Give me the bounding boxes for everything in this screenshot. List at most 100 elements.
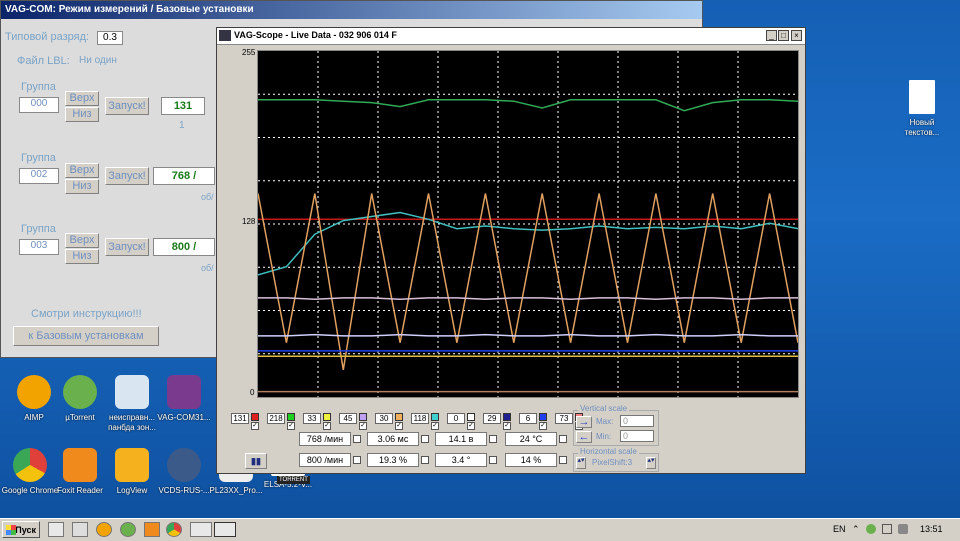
language-indicator[interactable]: EN [833,524,846,534]
minimize-icon[interactable]: _ [766,30,777,41]
desktop-icon-file[interactable]: неисправн... панбда зон... [102,375,162,433]
text-file-icon [909,80,935,114]
channel-color-swatch[interactable] [359,413,367,421]
volume-icon[interactable] [898,524,908,534]
channel-checkbox[interactable]: ✓ [539,422,547,430]
basic-settings-button[interactable]: к Базовым установкам [13,326,159,346]
explorer-icon[interactable] [48,522,64,537]
vagscope-titlebar[interactable]: VAG-Scope - Live Data - 032 906 014 F _ … [217,28,805,45]
group-start-button[interactable]: Запуск! [105,97,149,115]
channel-color-swatch[interactable] [395,413,403,421]
lbl-label: Файл LBL: [17,55,70,67]
desktop-icon-new-text[interactable]: Новый текстов... [892,80,952,138]
horizontal-scale-group: Horizontal scale ▴▾ PixelShift:3 ▴▾ [573,447,659,472]
pixelshift-spinner-icon[interactable]: ▴▾ [576,457,586,469]
readout-checkbox[interactable] [353,435,361,443]
lbl-value: Ни один [79,55,117,66]
channel-checkbox[interactable]: ✓ [359,422,367,430]
group-down-button[interactable]: Низ [65,249,99,264]
channel-color-swatch[interactable] [287,413,295,421]
tip-value[interactable]: 0.3 [97,31,123,45]
channel-value-box: 30 [375,413,393,424]
readout-checkbox[interactable] [421,435,429,443]
channel-color-swatch[interactable] [503,413,511,421]
aimp-taskbar-icon[interactable] [96,522,112,537]
measurement-readout: 19.3 % [367,453,419,467]
channel-checkbox[interactable]: ✓ [467,422,475,430]
channel-checkbox[interactable]: ✓ [431,422,439,430]
vagscope-taskbar-icon[interactable] [214,522,236,537]
group-start-button[interactable]: Запуск! [105,238,149,256]
arrow-left-icon[interactable]: ← [576,431,592,443]
vagcom-taskbar-icon[interactable] [190,522,212,537]
channel-value-box: 45 [339,413,357,424]
pause-button[interactable]: ▮▮ [245,453,267,469]
channel-value-box: 29 [483,413,501,424]
foxit-taskbar-icon[interactable] [144,522,160,537]
readout-checkbox[interactable] [421,456,429,464]
pause-icon: ▮▮ [251,456,261,466]
readout-checkbox[interactable] [559,435,567,443]
channel-color-swatch[interactable] [323,413,331,421]
network-icon[interactable] [882,524,892,534]
min-input[interactable]: 0 [620,430,654,442]
scope-chart [257,51,799,397]
group-label: Группа [21,223,56,235]
group-down-button[interactable]: Низ [65,107,99,122]
group-label: Группа [21,152,56,164]
desktop-icon-logview[interactable]: LogView [102,448,162,496]
readout-checkbox[interactable] [489,456,497,464]
readout-checkbox[interactable] [353,456,361,464]
channel-value-box: 218 [267,413,285,424]
vcds-icon [167,448,201,482]
arrow-right-icon[interactable]: → [576,416,592,428]
series-line-4 [258,297,798,301]
channel-checkbox[interactable]: ✓ [395,422,403,430]
show-hidden-icons-icon[interactable]: ⌃ [852,524,860,535]
close-icon[interactable]: × [791,30,802,41]
channel-checkbox[interactable]: ✓ [251,422,259,430]
group-down-button[interactable]: Низ [65,179,99,194]
channel-checkbox[interactable]: ✓ [287,422,295,430]
channel-checkbox[interactable]: ✓ [503,422,511,430]
taskbar: Пуск EN ⌃ 13:51 [0,518,960,541]
desktop-icon-foxit[interactable]: Foxit Reader [50,448,110,496]
readout-checkbox[interactable] [489,435,497,443]
channel-color-swatch[interactable] [467,413,475,421]
measurement-readout: 3.06 мс [367,432,419,446]
torrent-badge: TORRENT [277,476,310,484]
min-label: Min: [596,432,612,441]
group-up-button[interactable]: Верх [65,91,99,106]
channel-value-box: 131 [231,413,249,424]
aimp-icon [17,375,51,409]
channel-checkbox[interactable]: ✓ [323,422,331,430]
desktop-icon-utorrent[interactable]: µTorrent [50,375,110,423]
group-number[interactable]: 000 [19,97,59,113]
measurement-readout: 14.1 в [435,432,487,446]
tray-utorrent-icon[interactable] [866,524,876,534]
readout-checkbox[interactable] [559,456,567,464]
folder-icon[interactable] [72,522,88,537]
channel-color-swatch[interactable] [431,413,439,421]
maximize-icon[interactable]: □ [778,30,789,41]
group-up-button[interactable]: Верх [65,163,99,178]
clock[interactable]: 13:51 [920,524,943,534]
channel-value-box: 73 [555,413,573,424]
max-input[interactable]: 0 [620,415,654,427]
group-number[interactable]: 002 [19,168,59,184]
desktop-icon-vcds[interactable]: VCDS-RUS-... [154,448,214,496]
utorrent-taskbar-icon[interactable] [120,522,136,537]
channel-value-box: 6 [519,413,537,424]
group-start-button[interactable]: Запуск! [105,167,149,185]
horizontal-scale-title: Horizontal scale [578,447,639,456]
chrome-taskbar-icon[interactable] [166,522,182,537]
window-title: VAG-Scope - Live Data - 032 906 014 F [234,30,397,40]
desktop-icon-vagcom[interactable]: VAG-COM31... [154,375,214,423]
group-number[interactable]: 003 [19,239,59,255]
channel-color-swatch[interactable] [251,413,259,421]
scope-plot [257,50,799,398]
channel-color-swatch[interactable] [539,413,547,421]
start-button[interactable]: Пуск [2,521,40,538]
group-up-button[interactable]: Верх [65,233,99,248]
pixelshift-spinner-icon[interactable]: ▴▾ [646,457,656,469]
